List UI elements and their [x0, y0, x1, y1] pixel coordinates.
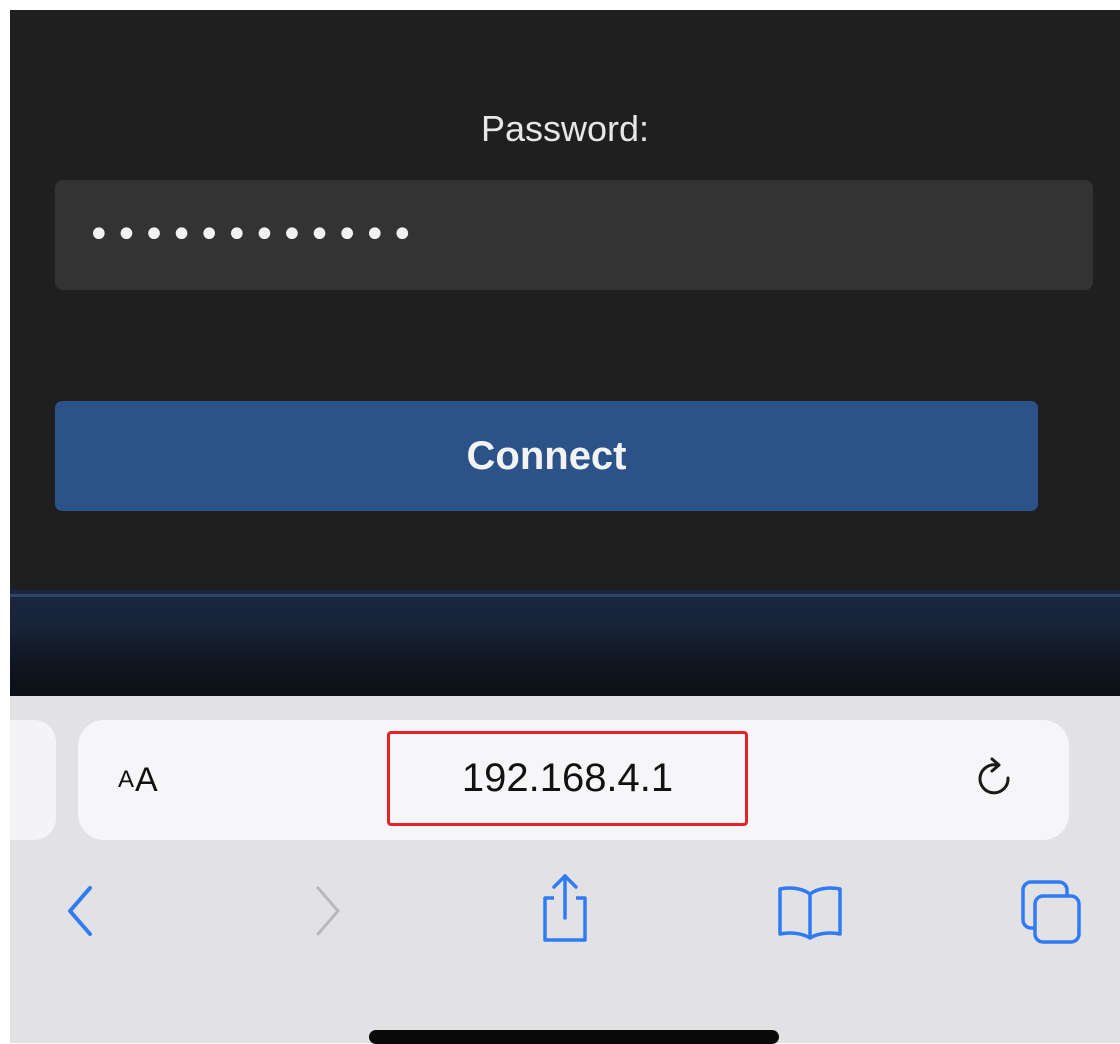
text-size-small-a: A: [118, 766, 135, 793]
text-size-large-a: A: [135, 760, 158, 799]
cropped-heading: [0, 0, 1120, 10]
connect-button[interactable]: Connect: [55, 401, 1038, 511]
web-page: Password: •••••••••••• Connect: [10, 10, 1120, 600]
reload-icon[interactable]: [968, 752, 1024, 808]
password-label: Password:: [480, 108, 650, 149]
chevron-left-icon[interactable]: [58, 876, 102, 946]
password-field[interactable]: ••••••••••••: [55, 180, 1093, 290]
password-masked-value: ••••••••••••: [87, 212, 419, 258]
tabs-icon[interactable]: [1018, 876, 1086, 948]
url-text[interactable]: 192.168.4.1: [387, 731, 748, 826]
previous-tab-edge[interactable]: [10, 720, 56, 840]
home-indicator: [369, 1030, 779, 1044]
share-icon[interactable]: [534, 868, 596, 950]
book-icon[interactable]: [774, 880, 846, 944]
chevron-right-icon[interactable]: [306, 876, 350, 946]
address-bar[interactable]: AA 192.168.4.1: [78, 720, 1069, 840]
text-size-button[interactable]: AA: [118, 720, 158, 840]
page-bottom-edge: [10, 590, 1120, 696]
